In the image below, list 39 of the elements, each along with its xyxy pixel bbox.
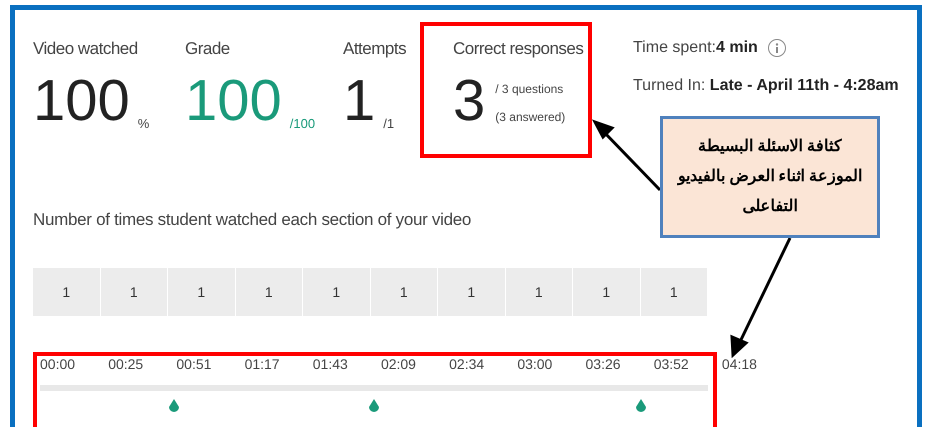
- stat-suffix: /100: [290, 115, 316, 133]
- count-cell: 1: [33, 268, 100, 316]
- count-cell: 1: [438, 268, 506, 316]
- count-cell: 1: [506, 268, 573, 316]
- stat-value: 3: [453, 72, 486, 130]
- count-cell: 1: [168, 268, 236, 316]
- count-cell: 1: [573, 268, 640, 316]
- turned-in-text: Turned In: Late - April 11th - 4:28am: [633, 76, 899, 96]
- count-cell: 1: [370, 268, 438, 316]
- count-cell: 1: [640, 268, 708, 316]
- stat-value: 100: [33, 72, 130, 130]
- callout-text: كثافة الاسئلة البسيطة الموزعة اثناء العرض بالفيديو التفاعلى: [676, 137, 864, 217]
- info-icon[interactable]: [768, 39, 786, 57]
- time-label: 02:34: [449, 355, 486, 374]
- time-label: 01:43: [312, 355, 349, 374]
- time-label: 01:17: [244, 355, 281, 374]
- section-title: Number of times student watched each section of your video: [33, 208, 472, 230]
- stat-label: Correct responses: [453, 38, 584, 60]
- time-label: 00:51: [176, 355, 212, 374]
- time-label: 03:52: [654, 355, 690, 374]
- stat-value: 1: [343, 72, 376, 130]
- stat-suffix: / 3 questions: [495, 80, 564, 98]
- stat-label: Attempts: [343, 38, 408, 60]
- stat-suffix: %: [138, 115, 150, 133]
- time-label: 03:26: [586, 355, 622, 374]
- stat-label: Video watched: [33, 38, 139, 60]
- time-label: 00:25: [108, 355, 144, 374]
- time-label: 04:18: [722, 355, 758, 374]
- stat-label: Grade: [185, 38, 231, 60]
- time-label: 03:00: [517, 355, 554, 374]
- count-cell: 1: [236, 268, 303, 316]
- stat-note: (3 answered): [495, 108, 566, 126]
- stat-suffix: /1: [383, 115, 394, 133]
- time-label: 02:09: [380, 355, 417, 374]
- count-cell: 1: [303, 268, 370, 316]
- time-spent-text: Time spent:4 min: [633, 38, 758, 58]
- stat-value: 100: [185, 72, 282, 130]
- time-label: 00:00: [40, 355, 76, 374]
- count-cell: 1: [100, 268, 168, 316]
